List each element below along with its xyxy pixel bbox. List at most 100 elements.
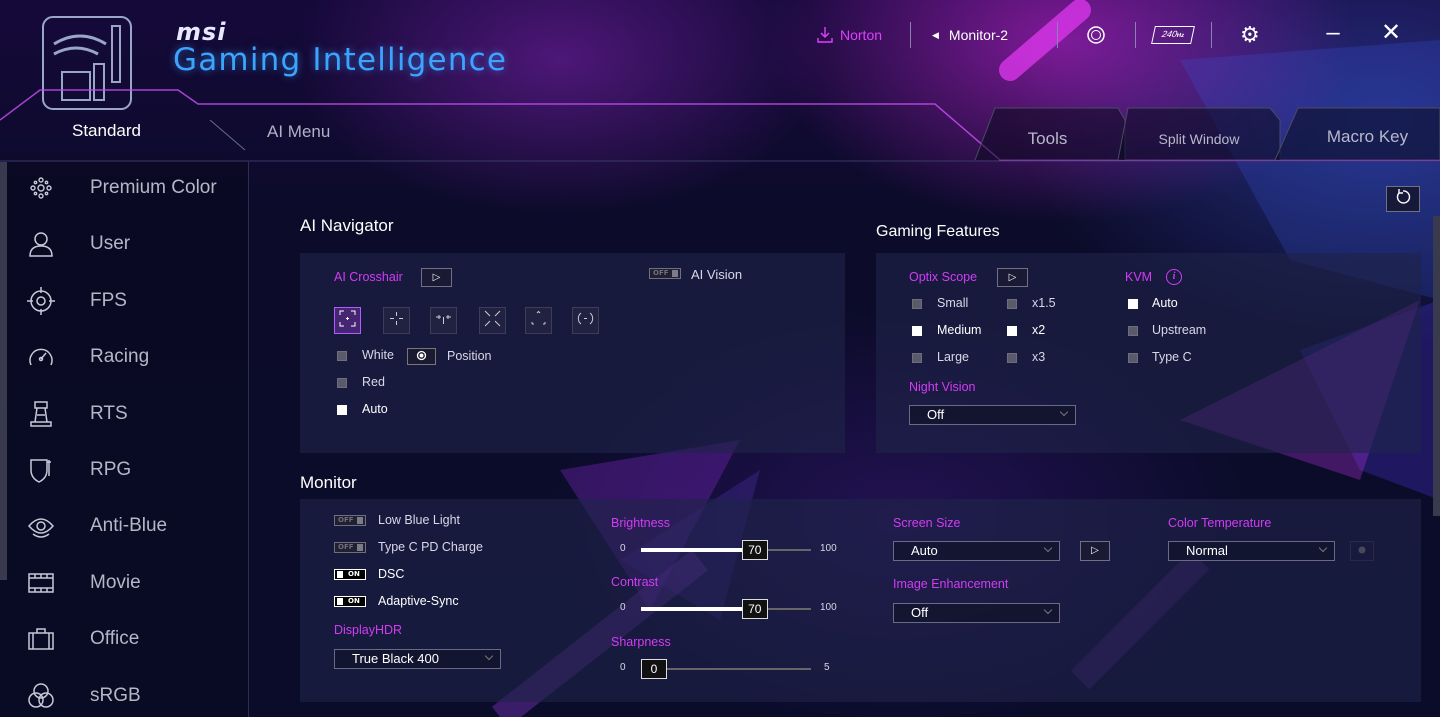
brightness-slider[interactable]: 70 <box>641 540 811 560</box>
chevron-down-icon <box>1043 605 1053 615</box>
sidebar-item-premium-color[interactable]: Premium Color <box>0 160 249 216</box>
adaptive-sync-toggle[interactable]: ON <box>334 596 366 607</box>
slider-handle[interactable]: 0 <box>641 659 667 679</box>
sidebar-item-srgb[interactable]: sRGB <box>0 668 249 717</box>
crosshair-plus-icon <box>388 310 405 332</box>
contrast-min: 0 <box>620 602 626 613</box>
kvm-auto-checkbox[interactable] <box>1128 299 1138 309</box>
crosshair-position-button[interactable] <box>407 348 436 365</box>
scope-zoom-3-checkbox[interactable] <box>1007 353 1017 363</box>
contrast-label: Contrast <box>611 575 659 589</box>
sidebar-item-racing[interactable]: Racing <box>0 329 249 385</box>
toggle-state: OFF <box>338 543 354 551</box>
crosshair-x-icon <box>484 310 501 332</box>
kvm-type-c-checkbox[interactable] <box>1128 353 1138 363</box>
contrast-slider[interactable]: 70 <box>641 599 811 619</box>
gaming-features-title: Gaming Features <box>876 223 1000 240</box>
crosshair-style-5[interactable] <box>525 307 552 334</box>
tab-standard[interactable]: Standard <box>72 121 141 141</box>
scope-size-large-checkbox[interactable] <box>912 353 922 363</box>
kvm-auto-label: Auto <box>1152 296 1178 310</box>
kvm-upstream-checkbox[interactable] <box>1128 326 1138 336</box>
image-enhancement-dropdown[interactable]: Off <box>893 603 1060 623</box>
ai-crosshair-preview-button[interactable]: ▷ <box>421 268 452 287</box>
low-blue-light-toggle[interactable]: OFF <box>334 515 366 526</box>
chevron-down-icon <box>1059 407 1069 417</box>
target-icon <box>1357 542 1367 560</box>
chevron-down-icon <box>1043 543 1053 553</box>
brightness-label: Brightness <box>611 516 671 530</box>
crosshair-color-white-checkbox[interactable] <box>337 351 347 361</box>
tab-macro-key[interactable]: Macro Key <box>1310 110 1425 164</box>
type-c-pd-charge-toggle[interactable]: OFF <box>334 542 366 553</box>
dropdown-value: Off <box>927 407 945 422</box>
sidebar-item-rpg[interactable]: RPG <box>0 442 249 498</box>
scope-zoom-1-5-checkbox[interactable] <box>1007 299 1017 309</box>
sidebar-item-label: Anti-Blue <box>90 515 168 536</box>
crosshair-arrows-icon <box>530 310 547 332</box>
dropdown-value: Normal <box>1186 543 1228 558</box>
crosshair-style-4[interactable] <box>479 307 506 334</box>
optix-scope-label: Optix Scope <box>909 270 978 284</box>
slider-handle[interactable]: 70 <box>741 540 768 560</box>
chevron-down-icon <box>484 651 494 661</box>
sidebar-item-label: Office <box>90 628 140 649</box>
sharpness-slider[interactable]: 0 <box>641 659 811 679</box>
ai-vision-toggle[interactable]: OFF <box>649 268 681 279</box>
sidebar-item-anti-blue[interactable]: Anti-Blue <box>0 498 249 554</box>
scope-zoom-3-label: x3 <box>1032 350 1046 364</box>
crosshair-style-2[interactable] <box>383 307 410 334</box>
tab-tools[interactable]: Tools <box>1000 112 1095 166</box>
dropdown-value: True Black 400 <box>352 651 439 666</box>
color-temperature-custom-button[interactable] <box>1350 541 1374 561</box>
optix-scope-preview-button[interactable]: ▷ <box>997 268 1028 287</box>
sidebar-item-fps[interactable]: FPS <box>0 273 249 329</box>
scope-zoom-2-checkbox[interactable] <box>1007 326 1017 336</box>
toggle-state: OFF <box>653 269 669 277</box>
low-blue-light-label: Low Blue Light <box>378 513 461 527</box>
sidebar-item-movie[interactable]: Movie <box>0 555 249 611</box>
screen-size-dropdown[interactable]: Auto <box>893 541 1060 561</box>
app-window: msi Gaming Intelligence Norton ◀ Monitor… <box>0 0 1440 717</box>
header: msi Gaming Intelligence Norton ◀ Monitor… <box>0 0 1440 162</box>
sidebar-item-label: RPG <box>90 459 132 480</box>
display-hdr-dropdown[interactable]: True Black 400 <box>334 649 501 669</box>
scope-size-small-checkbox[interactable] <box>912 299 922 309</box>
color-temperature-label: Color Temperature <box>1168 516 1272 530</box>
reset-button[interactable] <box>1386 186 1420 212</box>
sidebar-item-office[interactable]: Office <box>0 611 249 667</box>
film-icon <box>26 568 56 598</box>
dsc-toggle[interactable]: ON <box>334 569 366 580</box>
toggle-state: ON <box>348 570 360 578</box>
tab-ai-menu[interactable]: AI Menu <box>267 122 330 142</box>
monitor-title: Monitor <box>300 473 357 492</box>
crosshair-style-1[interactable] <box>334 307 361 334</box>
crosshair-position-label: Position <box>447 349 492 363</box>
brightness-max: 100 <box>820 543 837 554</box>
scope-size-medium-checkbox[interactable] <box>912 326 922 336</box>
crosshair-style-6[interactable] <box>572 307 599 334</box>
color-temperature-dropdown[interactable]: Normal <box>1168 541 1335 561</box>
screen-size-label: Screen Size <box>893 516 961 530</box>
crosshair-style-3[interactable] <box>430 307 457 334</box>
main-scrollbar[interactable] <box>1433 216 1440 516</box>
sidebar-item-user[interactable]: User <box>0 216 249 272</box>
crosshair-color-red-label: Red <box>362 375 385 389</box>
tab-split-window[interactable]: Split Window <box>1140 112 1258 166</box>
slider-handle[interactable]: 70 <box>741 599 768 619</box>
crosshair-color-red-checkbox[interactable] <box>337 378 347 388</box>
crosshair-color-auto-checkbox[interactable] <box>337 405 347 415</box>
chevron-down-icon <box>1318 543 1328 553</box>
dropdown-value: Off <box>911 605 929 620</box>
crosshair-circle-icon <box>577 310 594 332</box>
speedometer-icon <box>26 342 56 372</box>
play-icon: ▷ <box>1091 545 1099 556</box>
screen-size-preview-button[interactable]: ▷ <box>1080 541 1110 561</box>
night-vision-dropdown[interactable]: Off <box>909 405 1076 425</box>
kvm-info-icon[interactable]: i <box>1166 269 1182 285</box>
sidebar-item-rts[interactable]: RTS <box>0 386 249 442</box>
premium-color-icon <box>26 173 56 203</box>
type-c-pd-charge-label: Type C PD Charge <box>378 540 483 554</box>
scope-zoom-1-5-label: x1.5 <box>1032 296 1056 310</box>
slider-fill <box>641 607 755 611</box>
